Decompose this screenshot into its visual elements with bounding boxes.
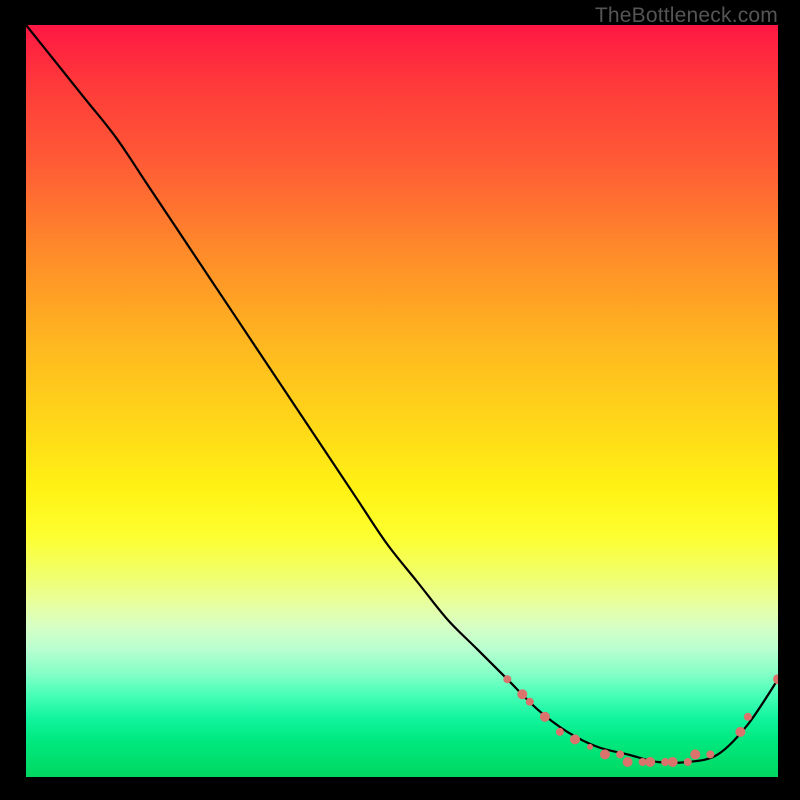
marker-point [503,675,511,683]
plot-area [26,25,778,777]
marker-point [540,712,550,722]
marker-point [684,758,692,766]
marker-point [616,750,624,758]
marker-group [503,674,778,767]
marker-point [587,744,593,750]
marker-point [526,698,534,706]
marker-point [556,728,564,736]
marker-point [735,727,745,737]
marker-point [706,750,714,758]
marker-point [744,713,752,721]
curve-svg [26,25,778,777]
marker-point [690,749,700,759]
marker-point [517,689,527,699]
bottleneck-curve-path [26,25,778,763]
marker-point [623,757,633,767]
marker-point [773,674,778,684]
marker-point [600,749,610,759]
chart-container: TheBottleneck.com [0,0,800,800]
marker-point [570,734,580,744]
marker-point [668,757,678,767]
marker-point [645,757,655,767]
